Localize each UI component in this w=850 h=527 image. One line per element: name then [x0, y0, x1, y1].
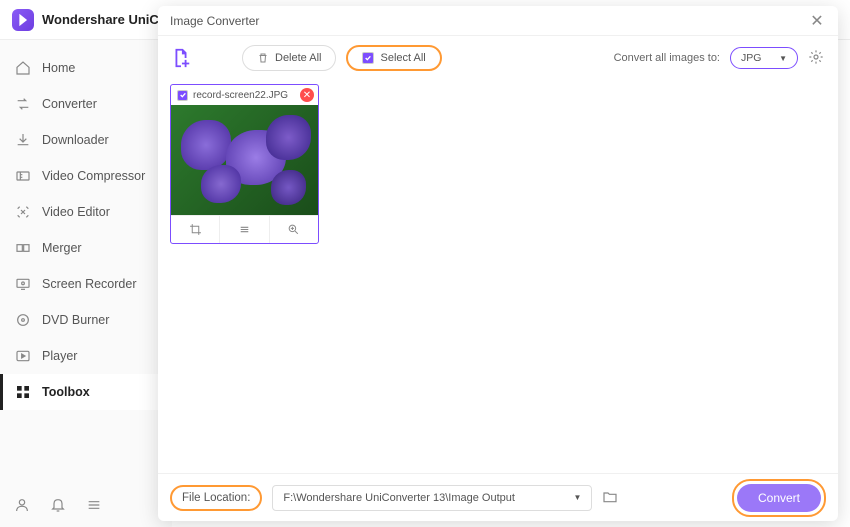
- sidebar-item-label: Screen Recorder: [42, 277, 137, 291]
- app-logo: [12, 9, 34, 31]
- list-icon[interactable]: [220, 216, 269, 243]
- crop-icon[interactable]: [171, 216, 220, 243]
- home-icon: [14, 59, 32, 77]
- modal-title: Image Converter: [170, 14, 259, 28]
- sidebar-item-recorder[interactable]: Screen Recorder: [0, 266, 172, 302]
- sidebar-item-label: Downloader: [42, 133, 109, 147]
- thumbnail-image: [171, 105, 318, 215]
- sidebar-item-label: Toolbox: [42, 385, 90, 399]
- convert-all-label: Convert all images to:: [614, 52, 720, 64]
- content-area: record-screen22.JPG ✕: [158, 80, 838, 473]
- compressor-icon: [14, 167, 32, 185]
- sidebar-item-label: Video Editor: [42, 205, 110, 219]
- user-icon[interactable]: [14, 497, 32, 515]
- sidebar-item-label: Merger: [42, 241, 82, 255]
- sidebar-item-compressor[interactable]: Video Compressor: [0, 158, 172, 194]
- select-all-button[interactable]: Select All: [346, 45, 441, 71]
- trash-icon: [257, 52, 269, 64]
- sidebar-item-label: Home: [42, 61, 75, 75]
- sidebar-item-dvd[interactable]: DVD Burner: [0, 302, 172, 338]
- recorder-icon: [14, 275, 32, 293]
- sidebar-footer: [0, 497, 172, 515]
- sidebar-item-label: Video Compressor: [42, 169, 145, 183]
- sidebar-item-home[interactable]: Home: [0, 50, 172, 86]
- gear-icon[interactable]: [808, 49, 826, 67]
- chevron-down-icon: ▼: [573, 493, 581, 502]
- toolbox-icon: [14, 383, 32, 401]
- button-label: Select All: [380, 52, 425, 64]
- delete-all-button[interactable]: Delete All: [242, 45, 336, 71]
- sidebar-item-editor[interactable]: Video Editor: [0, 194, 172, 230]
- format-value: JPG: [741, 52, 761, 64]
- merger-icon: [14, 239, 32, 257]
- sidebar: Home Converter Downloader Video Compress…: [0, 40, 172, 527]
- image-thumbnail[interactable]: record-screen22.JPG ✕: [170, 84, 319, 244]
- sidebar-item-player[interactable]: Player: [0, 338, 172, 374]
- app-title: Wondershare UniCon: [42, 12, 175, 27]
- zoom-icon[interactable]: [270, 216, 318, 243]
- modal-header: Image Converter ✕: [158, 6, 838, 36]
- format-select[interactable]: JPG ▼: [730, 47, 798, 69]
- thumbnail-header: record-screen22.JPG ✕: [171, 85, 318, 105]
- convert-button[interactable]: Convert: [737, 484, 821, 512]
- sidebar-item-toolbox[interactable]: Toolbox: [0, 374, 172, 410]
- converter-icon: [14, 95, 32, 113]
- add-file-icon[interactable]: [170, 47, 192, 69]
- chevron-down-icon: ▼: [779, 54, 787, 63]
- sidebar-item-label: Converter: [42, 97, 97, 111]
- sidebar-item-downloader[interactable]: Downloader: [0, 122, 172, 158]
- thumbnail-filename: record-screen22.JPG: [193, 90, 288, 101]
- close-icon[interactable]: ✕: [808, 12, 826, 30]
- editor-icon: [14, 203, 32, 221]
- sidebar-item-label: DVD Burner: [42, 313, 109, 327]
- sidebar-item-merger[interactable]: Merger: [0, 230, 172, 266]
- button-label: Delete All: [275, 52, 321, 64]
- remove-icon[interactable]: ✕: [300, 88, 314, 102]
- bottom-bar: File Location: F:\Wondershare UniConvert…: [158, 473, 838, 521]
- output-path-select[interactable]: F:\Wondershare UniConverter 13\Image Out…: [272, 485, 592, 511]
- dvd-icon: [14, 311, 32, 329]
- convert-button-highlight: Convert: [732, 479, 826, 517]
- image-converter-modal: Image Converter ✕ Delete All Select All …: [158, 6, 838, 521]
- checkbox-icon: [362, 52, 374, 64]
- thumbnail-actions: [171, 215, 318, 243]
- menu-icon[interactable]: [86, 497, 104, 515]
- button-label: Convert: [758, 491, 800, 505]
- sidebar-item-converter[interactable]: Converter: [0, 86, 172, 122]
- sidebar-item-label: Player: [42, 349, 77, 363]
- output-path-value: F:\Wondershare UniConverter 13\Image Out…: [283, 492, 515, 504]
- checkbox-icon[interactable]: [177, 90, 188, 101]
- player-icon: [14, 347, 32, 365]
- toolbar: Delete All Select All Convert all images…: [158, 36, 838, 80]
- folder-icon[interactable]: [602, 489, 620, 507]
- bell-icon[interactable]: [50, 497, 68, 515]
- download-icon: [14, 131, 32, 149]
- file-location-label: File Location:: [170, 485, 262, 511]
